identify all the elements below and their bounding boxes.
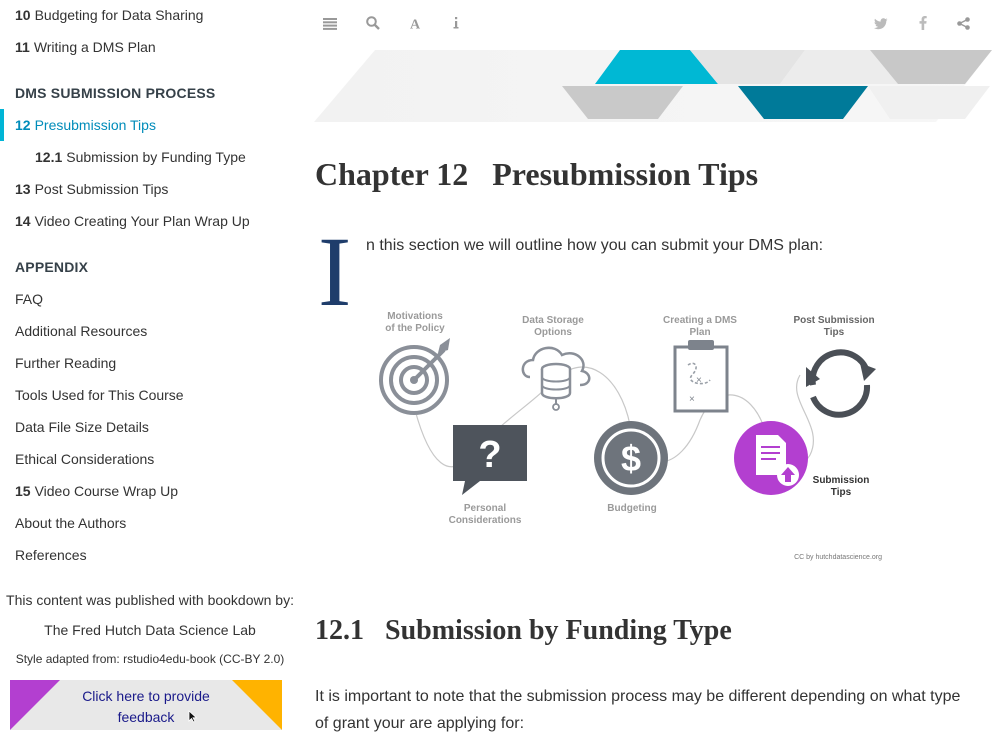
book-body: Chapter 12 Presubmission Tips I n this s…	[300, 50, 992, 744]
item-number: 12	[15, 117, 31, 133]
sidebar-item-funding-type[interactable]: 12.1 Submission by Funding Type	[0, 141, 300, 173]
sidebar-item-tools[interactable]: Tools Used for This Course	[0, 379, 300, 411]
label-motivations-1: Motivations	[387, 311, 443, 322]
diagram-credit: CC by hutchdatascience.org	[794, 554, 882, 561]
item-number: 10	[15, 7, 31, 23]
svg-text:×: ×	[696, 375, 702, 386]
svg-text:×: ×	[689, 394, 695, 405]
label-personal-2: Considerations	[449, 515, 522, 526]
svg-text:?: ?	[478, 434, 501, 476]
sidebar-item-video-wrap-up[interactable]: 15 Video Course Wrap Up	[0, 475, 300, 507]
book-toolbar: A	[300, 0, 992, 50]
sidebar-item-post-submission[interactable]: 13 Post Submission Tips	[0, 173, 300, 205]
sidebar: 10 Budgeting for Data Sharing 11 Writing a…	[0, 0, 300, 744]
label-creating-1: Creating a DMS	[663, 315, 737, 326]
item-label: Submission by Funding Type	[66, 149, 246, 165]
label-post-1: Post Submission	[793, 315, 874, 326]
label-submission-2: Tips	[831, 487, 852, 498]
item-number: 13	[15, 181, 31, 197]
submission-process-diagram: Motivations of the Policy Data Storage O…	[379, 311, 882, 561]
item-label: Ethical Considerations	[15, 451, 155, 467]
menu-icon[interactable]	[319, 14, 341, 36]
sidebar-item-video-plan[interactable]: 14 Video Creating Your Plan Wrap Up	[0, 205, 300, 237]
twitter-icon[interactable]	[870, 14, 892, 36]
label-storage-1: Data Storage	[522, 315, 584, 326]
item-number: 11	[15, 39, 30, 55]
item-label: About the Authors	[15, 515, 127, 531]
label-personal-1: Personal	[464, 503, 506, 514]
drop-cap: I	[318, 216, 352, 327]
chapter-title: Chapter 12 Presubmission Tips	[315, 156, 759, 192]
share-icon[interactable]	[952, 14, 974, 36]
font-settings-icon[interactable]: A	[405, 14, 427, 36]
sidebar-item-presubmission[interactable]: 12 Presubmission Tips	[0, 109, 300, 141]
item-label: Additional Resources	[15, 323, 148, 339]
label-post-2: Tips	[824, 327, 845, 338]
intro-text: n this section we will outline how you c…	[366, 237, 824, 254]
item-number: 15	[15, 483, 31, 499]
sync-arrows-icon	[806, 349, 876, 418]
sidebar-item-budgeting[interactable]: 10 Budgeting for Data Sharing	[0, 0, 300, 31]
published-note: This content was published with bookdown…	[6, 592, 294, 608]
clipboard-icon: × ×	[673, 340, 729, 413]
label-budgeting: Budgeting	[607, 503, 656, 514]
dollar-coin-icon: $	[594, 421, 668, 495]
sidebar-item-file-size[interactable]: Data File Size Details	[0, 411, 300, 443]
label-storage-2: Options	[534, 327, 572, 338]
item-label: Video Course Wrap Up	[34, 483, 179, 499]
feedback-label: Click here to provide feedback	[82, 688, 210, 725]
body-paragraph: It is important to note that the submiss…	[315, 688, 961, 732]
search-icon[interactable]	[362, 14, 384, 36]
section-header-appendix: APPENDIX	[15, 259, 89, 275]
label-submission-1: Submission	[813, 475, 870, 486]
style-credit: Style adapted from: rstudio4edu-book (CC…	[15, 652, 285, 666]
item-label: Tools Used for This Course	[15, 387, 184, 403]
feedback-decoration-right	[232, 680, 282, 730]
target-icon	[379, 338, 450, 415]
feedback-button[interactable]: Click here to provide feedback	[10, 680, 282, 730]
svg-text:A: A	[410, 18, 421, 31]
question-bubble-icon: ?	[453, 425, 527, 495]
item-number: 14	[15, 213, 31, 229]
sidebar-item-faq[interactable]: FAQ	[0, 283, 300, 315]
item-label: Budgeting for Data Sharing	[34, 7, 204, 23]
sidebar-item-references[interactable]: References	[0, 539, 300, 571]
item-label: FAQ	[15, 291, 44, 307]
item-label: Data File Size Details	[15, 419, 149, 435]
feedback-decoration-left	[10, 680, 60, 730]
mouse-cursor-icon	[188, 710, 198, 723]
item-number: 12.1	[35, 149, 63, 165]
sidebar-item-writing-plan[interactable]: 11 Writing a DMS Plan	[0, 31, 300, 63]
label-motivations-2: of the Policy	[385, 323, 445, 334]
item-label: References	[15, 547, 87, 563]
item-label: Video Creating Your Plan Wrap Up	[34, 213, 250, 229]
sidebar-item-further-reading[interactable]: Further Reading	[0, 347, 300, 379]
section-header-dms: DMS SUBMISSION PROCESS	[15, 85, 216, 101]
sidebar-item-authors[interactable]: About the Authors	[0, 507, 300, 539]
section-title: 12.1 Submission by Funding Type	[315, 615, 732, 646]
svg-text:$: $	[621, 438, 641, 479]
item-label: Writing a DMS Plan	[33, 39, 156, 55]
info-icon[interactable]	[445, 14, 467, 36]
lab-link[interactable]: The Fred Hutch Data Science Lab	[0, 622, 300, 638]
item-label: Further Reading	[15, 355, 117, 371]
sidebar-item-ethical[interactable]: Ethical Considerations	[0, 443, 300, 475]
sidebar-item-additional-resources[interactable]: Additional Resources	[0, 315, 300, 347]
submission-document-icon	[734, 421, 808, 495]
item-label: Post Submission Tips	[34, 181, 169, 197]
header-banner	[314, 50, 992, 122]
label-creating-2: Plan	[689, 327, 710, 338]
facebook-icon[interactable]	[912, 14, 934, 36]
item-label: Presubmission Tips	[34, 117, 156, 133]
